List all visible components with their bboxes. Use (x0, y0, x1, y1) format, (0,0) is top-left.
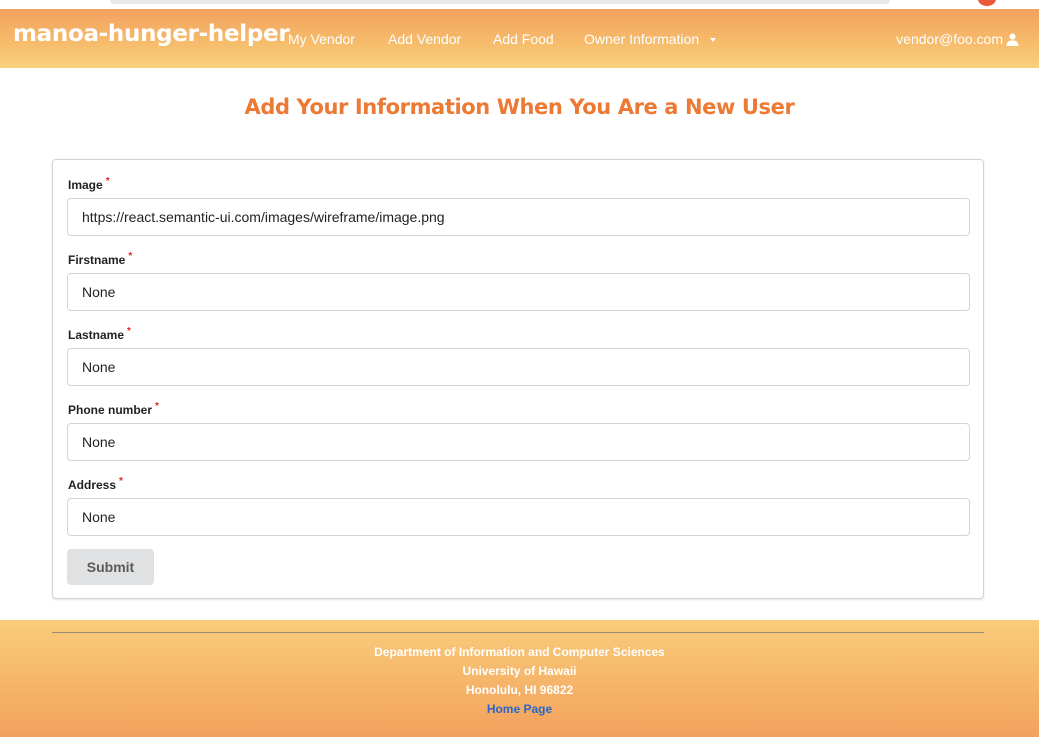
nav-item-owner-information-label: Owner Information (584, 31, 700, 47)
footer-divider (52, 632, 984, 633)
footer-university: University of Hawaii (462, 664, 577, 678)
navbar: manoa-hunger-helper My Vendor Add Vendor… (0, 9, 1039, 68)
lastname-label-text: Lastname (68, 328, 125, 342)
nav-dropdown-owner-information[interactable]: Owner Information (584, 31, 717, 47)
image-label: Image * (68, 176, 110, 192)
caret-down-icon (710, 38, 717, 42)
phone-number-label: Phone number * (68, 401, 159, 417)
required-marker: * (155, 401, 159, 412)
nav-item-my-vendor[interactable]: My Vendor (288, 31, 355, 47)
firstname-label-text: Firstname (68, 253, 126, 267)
top-scroll-bar (110, 0, 890, 4)
page-title: Add Your Information When You Are a New … (244, 95, 795, 119)
required-marker: * (119, 476, 123, 487)
nav-item-add-vendor[interactable]: Add Vendor (388, 31, 461, 47)
footer-address: Honolulu, HI 96822 (465, 683, 574, 697)
firstname-input[interactable] (67, 273, 970, 311)
address-input[interactable] (67, 498, 970, 536)
footer-text: Department of Information and Computer S… (0, 643, 1039, 719)
user-email: vendor@foo.com (896, 31, 1003, 47)
required-marker: * (128, 251, 133, 262)
user-menu[interactable]: vendor@foo.com (896, 31, 1019, 47)
user-icon (1006, 33, 1019, 46)
firstname-label: Firstname * (68, 251, 132, 267)
phone-number-input[interactable] (67, 423, 970, 461)
footer-department: Department of Information and Computer S… (374, 645, 665, 659)
notification-dot-icon (978, 0, 996, 6)
image-input[interactable] (67, 198, 970, 236)
phone-number-label-text: Phone number (68, 403, 153, 417)
lastname-input[interactable] (67, 348, 970, 386)
browser-top-strip (0, 0, 1039, 9)
brand-link[interactable]: manoa-hunger-helper (13, 21, 290, 47)
address-label: Address * (68, 476, 123, 492)
nav-item-add-food[interactable]: Add Food (493, 31, 554, 47)
required-marker: * (127, 326, 131, 337)
home-page-link[interactable]: Home Page (487, 702, 552, 716)
lastname-label: Lastname * (68, 326, 131, 342)
footer: Department of Information and Computer S… (0, 620, 1039, 737)
submit-button[interactable]: Submit (67, 549, 154, 585)
image-label-text: Image (68, 178, 103, 192)
address-label-text: Address (68, 478, 117, 492)
required-marker: * (105, 176, 110, 187)
user-info-form: Image* Firstname* Lastname* Phone number… (52, 159, 984, 599)
